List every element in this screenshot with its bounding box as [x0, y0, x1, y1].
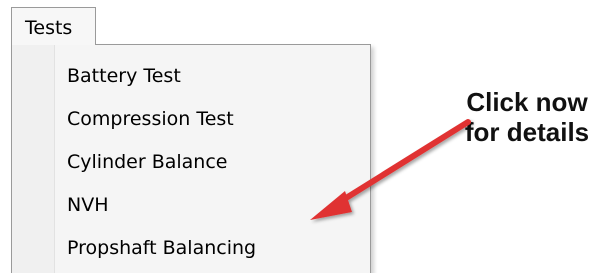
screenshot-stage: Tests Battery Test Compression Test Cyli… — [0, 0, 599, 273]
menu-item-nvh[interactable]: NVH — [67, 187, 109, 223]
menu-item-battery-test[interactable]: Battery Test — [67, 58, 181, 94]
menu-tests[interactable]: Tests — [11, 7, 96, 45]
callout-line-1: Click now — [466, 87, 588, 117]
callout-text: Click now for details — [455, 87, 599, 147]
menu-item-cylinder-balance[interactable]: Cylinder Balance — [67, 144, 228, 180]
menu-item-compression-test[interactable]: Compression Test — [67, 101, 234, 137]
menu-item-propshaft-balancing[interactable]: Propshaft Balancing — [67, 230, 256, 266]
menu-title-label: Tests — [25, 17, 73, 39]
tests-dropdown: Battery Test Compression Test Cylinder B… — [11, 44, 371, 273]
callout-line-2: for details — [464, 117, 590, 147]
menu-icon-gutter — [12, 45, 54, 273]
menu-gutter-divider — [54, 45, 55, 273]
